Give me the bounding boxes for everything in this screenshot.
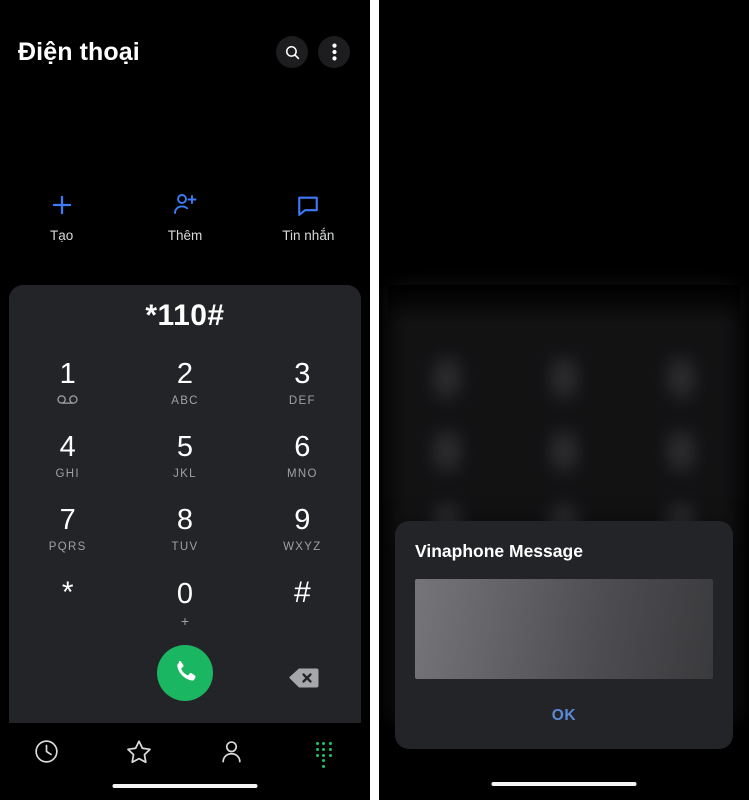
- key-digit: 7: [59, 503, 76, 536]
- quick-action-label: Tạo: [50, 228, 74, 243]
- call-button[interactable]: [157, 645, 213, 701]
- key-digit: #: [293, 576, 311, 609]
- key-digit: 4: [59, 430, 76, 463]
- key-digit: *: [61, 576, 74, 609]
- home-indicator: [491, 782, 637, 786]
- bottom-nav: [0, 723, 370, 800]
- dialpad-key-0[interactable]: 0 +: [126, 566, 243, 639]
- dialog-message-body: [415, 578, 713, 679]
- key-letters: MNO: [286, 467, 318, 480]
- quick-action-message[interactable]: Tin nhắn: [247, 190, 370, 243]
- dialpad-key-9[interactable]: 9 WXYZ: [244, 493, 361, 566]
- dialpad-key-8[interactable]: 8 TUV: [126, 493, 243, 566]
- key-letters: PQRS: [48, 540, 87, 553]
- nav-item-recents[interactable]: [0, 735, 93, 773]
- panel-divider: [370, 0, 379, 800]
- dialpad-key-5[interactable]: 5 JKL: [126, 420, 243, 493]
- vinaphone-message-dialog: Vinaphone Message OK: [395, 521, 733, 749]
- blurred-key: [505, 341, 622, 414]
- home-indicator: [112, 784, 258, 788]
- key-letters: ABC: [171, 394, 199, 407]
- star-icon: [125, 738, 153, 771]
- key-digit: 5: [176, 430, 194, 463]
- plus-icon: [49, 190, 75, 220]
- blurred-key: [623, 341, 740, 414]
- backspace-icon: [289, 668, 319, 693]
- quick-actions-row: Tạo Thêm Tin nhắn: [0, 190, 370, 243]
- page-title: Điện thoại: [18, 37, 140, 66]
- screenshot-stage: Điện thoại Tạo Thêm Tin nhắn *110# 1 2 A…: [0, 0, 749, 800]
- dialog-title: Vinaphone Message: [415, 541, 583, 561]
- message-bubble-icon: [295, 190, 321, 220]
- key-letters: GHI: [55, 467, 80, 480]
- dialpad-key-1[interactable]: 1: [9, 347, 126, 420]
- backspace-button[interactable]: [289, 667, 319, 694]
- dialpad-key-2[interactable]: 2 ABC: [126, 347, 243, 420]
- nav-item-favorites[interactable]: [93, 735, 186, 773]
- clock-icon: [33, 738, 60, 770]
- quick-action-label: Thêm: [167, 228, 203, 243]
- dialog-screen: Vinaphone Message OK: [379, 0, 749, 800]
- voicemail-icon: [57, 395, 79, 407]
- dialpad-key-6[interactable]: 6 MNO: [244, 420, 361, 493]
- app-header: Điện thoại: [0, 0, 370, 104]
- key-letters: JKL: [173, 467, 197, 480]
- key-digit: 6: [294, 430, 311, 463]
- ok-button[interactable]: OK: [536, 701, 592, 731]
- quick-action-create[interactable]: Tạo: [0, 190, 123, 243]
- key-digit: 0: [176, 577, 194, 610]
- background-fade: [388, 285, 740, 325]
- dialpad-panel: *110# 1 2 ABC 3 DEF 4 GHI 5 JKL 6 MNO 7 …: [9, 285, 361, 723]
- dialpad-key-star[interactable]: *: [9, 566, 126, 639]
- phone-call-icon: [172, 658, 198, 689]
- quick-action-label: Tin nhắn: [282, 228, 335, 243]
- key-digit: 8: [176, 503, 194, 536]
- dialpad-key-3[interactable]: 3 DEF: [244, 347, 361, 420]
- key-digit: 2: [176, 357, 194, 390]
- quick-action-add-contact[interactable]: Thêm: [123, 190, 246, 243]
- dialog-actions: OK: [415, 701, 713, 731]
- dialpad-action-row: [9, 639, 361, 723]
- overflow-menu-button[interactable]: [318, 36, 350, 68]
- person-icon: [218, 738, 245, 770]
- key-letters: DEF: [288, 394, 316, 407]
- key-digit: 1: [59, 358, 76, 390]
- dialpad-key-hash[interactable]: #: [244, 566, 361, 639]
- phone-app-screen: Điện thoại Tạo Thêm Tin nhắn *110# 1 2 A…: [0, 0, 370, 800]
- dialpad-key-7[interactable]: 7 PQRS: [9, 493, 126, 566]
- blurred-key: [505, 414, 622, 487]
- dialed-number-display[interactable]: *110#: [9, 285, 361, 347]
- more-vertical-icon: [331, 43, 337, 61]
- key-digit: 3: [294, 357, 311, 390]
- dialpad-keys: 1 2 ABC 3 DEF 4 GHI 5 JKL 6 MNO 7 PQRS 8…: [9, 347, 361, 639]
- search-icon: [284, 44, 301, 61]
- blurred-key: [388, 414, 505, 487]
- key-digit: 9: [294, 503, 311, 536]
- key-letters: +: [180, 612, 190, 629]
- search-button[interactable]: [276, 36, 308, 68]
- person-add-icon: [171, 190, 199, 220]
- keypad-dots-icon: [314, 741, 334, 768]
- key-letters: TUV: [171, 540, 199, 553]
- nav-item-contacts[interactable]: [185, 735, 278, 773]
- key-letters: WXYZ: [283, 540, 322, 553]
- blurred-key: [623, 414, 740, 487]
- blurred-key: [388, 341, 505, 414]
- dialpad-key-4[interactable]: 4 GHI: [9, 420, 126, 493]
- nav-item-keypad[interactable]: [278, 735, 371, 773]
